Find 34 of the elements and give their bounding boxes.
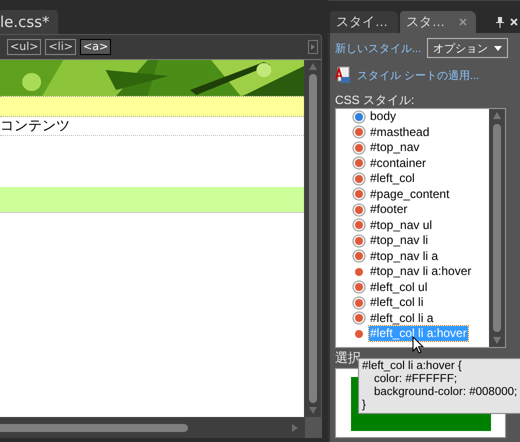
tag-button[interactable]: <li> <box>45 39 76 55</box>
scrollbar-thumb[interactable] <box>0 424 188 432</box>
tag-button[interactable]: <ul> <box>7 39 42 55</box>
style-rule-item[interactable]: #top_nav li a <box>369 248 440 264</box>
style-rule-item[interactable]: #top_nav ul <box>369 218 434 233</box>
style-rule-item[interactable]: #footer <box>369 202 408 218</box>
style-rule-item[interactable]: #container <box>369 156 428 171</box>
content-text: コンテンツ <box>0 118 70 134</box>
scroll-right-icon[interactable] <box>308 40 318 54</box>
scroll-right-icon <box>291 422 299 432</box>
panel-tab[interactable]: スタ… <box>400 11 476 33</box>
style-rule-item[interactable]: #left_col li <box>369 295 424 310</box>
style-rule-item[interactable]: #page_content <box>369 186 450 202</box>
stylesheet-icon <box>335 66 351 84</box>
scrollbar-thumb[interactable] <box>308 74 316 403</box>
new-style-link[interactable]: 新しいスタイル... <box>335 40 422 56</box>
tooltip: #left_col li a:hover { color: #FFFFFF; background-color: #008000; } <box>358 358 520 414</box>
panel-tab[interactable]: スタイ… <box>330 11 398 33</box>
style-rule-item[interactable]: #left_col <box>369 171 416 186</box>
caret-icon <box>494 46 502 50</box>
style-rule-item[interactable]: #left_col ul <box>369 280 428 295</box>
style-rule-item[interactable]: body <box>369 109 398 124</box>
list-label: CSS スタイル: <box>335 92 416 108</box>
style-rule-item[interactable]: #masthead <box>369 124 430 140</box>
pin-icon[interactable] <box>495 16 505 28</box>
style-rule-item[interactable]: #top_nav <box>369 140 420 156</box>
style-rule-item[interactable]: #top_nav li a:hover <box>369 264 472 280</box>
scrollbar-thumb[interactable] <box>493 124 501 332</box>
tag-button[interactable]: <a> <box>80 39 112 55</box>
style-rule-item[interactable]: #top_nav li <box>369 233 430 248</box>
attach-stylesheet-link[interactable]: スタイル シートの適用... <box>357 68 480 82</box>
document-tab[interactable]: le.css* <box>0 10 58 34</box>
style-rule-item[interactable]: #left_col li a <box>369 310 434 326</box>
options-button[interactable]: オプション <box>427 38 508 58</box>
